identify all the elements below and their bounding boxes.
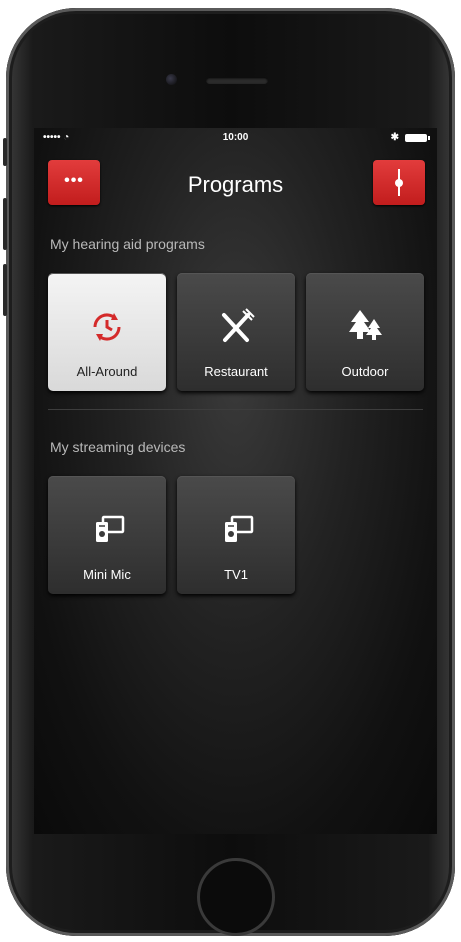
program-label: Restaurant <box>204 364 268 379</box>
streaming-device-icon <box>225 515 254 542</box>
programs-section-label: My hearing aid programs <box>50 236 205 252</box>
device-tile-tv1[interactable]: TV1 <box>177 476 295 594</box>
app-screen: ••••• ◔ 10:00 ✱ ••• Programs My hearing … <box>34 128 437 834</box>
trees-icon <box>349 310 382 340</box>
clock: 10:00 <box>222 132 249 143</box>
program-tile-restaurant[interactable]: Restaurant <box>177 273 295 391</box>
volume-down-button <box>3 264 7 316</box>
program-label: All-Around <box>76 364 138 379</box>
program-label: Outdoor <box>341 364 389 379</box>
device-label: Mini Mic <box>83 567 131 582</box>
volume-up-button <box>3 198 7 250</box>
slider-adjust-icon <box>395 169 403 196</box>
clock-arrows-icon <box>93 313 121 341</box>
program-tile-all-around[interactable]: All-Around <box>48 273 166 391</box>
program-tile-outdoor[interactable]: Outdoor <box>306 273 424 391</box>
status-bar: ••••• ◔ 10:00 ✱ <box>34 128 437 146</box>
front-camera <box>166 74 177 85</box>
fork-knife-icon <box>222 308 255 342</box>
home-button[interactable] <box>197 858 275 936</box>
streaming-section-label: My streaming devices <box>50 439 186 455</box>
device-label: TV1 <box>224 567 248 582</box>
section-divider <box>48 409 423 410</box>
streaming-device-icon <box>96 515 125 542</box>
mute-switch <box>3 138 7 166</box>
battery-icon <box>405 133 430 142</box>
adjust-button[interactable] <box>373 160 425 205</box>
bluetooth-icon: ✱ <box>390 132 399 143</box>
device-tile-mini-mic[interactable]: Mini Mic <box>48 476 166 594</box>
earpiece-speaker <box>206 77 268 84</box>
